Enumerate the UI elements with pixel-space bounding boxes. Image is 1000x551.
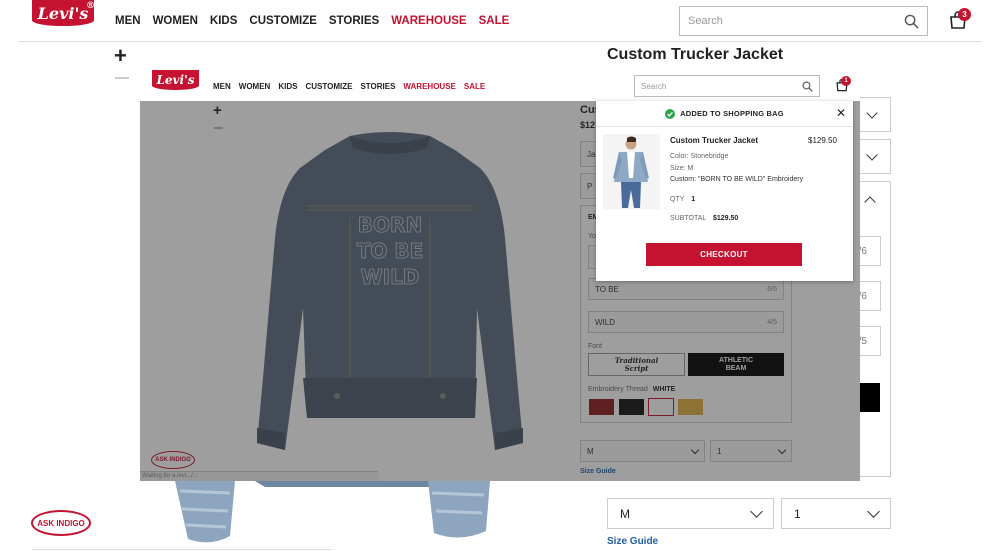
checkout-button[interactable]: CHECKOUT [646,243,802,266]
quantity-select[interactable]: 1 [781,498,891,529]
quantity-select-value: 1 [794,506,801,521]
popup-qty-label: QTY [670,196,685,203]
inner-nav-men[interactable]: MEN [213,82,231,91]
chevron-down-icon [750,504,763,518]
product-thumbnail [603,134,660,209]
ask-indigo-label: ASK INDIGO [37,518,85,528]
inner-nav-kids[interactable]: KIDS [278,82,297,91]
inner-nav-sale[interactable]: SALE [464,82,485,91]
inner-nav-warehouse[interactable]: WAREHOUSE [403,82,455,91]
check-circle-icon [665,108,676,119]
inner-nav-stories[interactable]: STORIES [360,82,395,91]
chevron-down-icon [866,148,878,161]
chevron-up-icon [864,196,876,208]
levis-logo[interactable]: Levi's ® [32,0,95,26]
inner-nav: MEN WOMEN KIDS CUSTOMIZE STORIES WAREHOU… [213,82,485,91]
inner-logo-text: Levi's [156,73,195,87]
nav-sale[interactable]: SALE [479,15,510,27]
logo-reg: ® [86,1,95,11]
nav-kids[interactable]: KIDS [210,15,237,27]
nav-men[interactable]: MEN [115,15,141,27]
popup-header: ADDED TO SHOPPING BAG [596,101,853,127]
bottom-divider [32,549,332,550]
checkout-button-label: CHECKOUT [700,250,748,259]
search-placeholder: Search [688,15,723,27]
popup-header-label: ADDED TO SHOPPING BAG [680,109,784,118]
logo-text: Levi's [37,3,89,23]
popup-qty-value: 1 [691,196,696,203]
search-icon[interactable] [904,14,919,29]
product-title: Custom Trucker Jacket [607,46,784,63]
cart-count-badge: 3 [958,8,971,21]
size-select[interactable]: M [607,498,774,529]
nav-stories[interactable]: STORIES [329,15,379,27]
zoom-in-icon[interactable]: + [114,45,127,67]
popup-item-custom: Custom: "BORN TO BE WILD" Embroidery [670,176,804,183]
jacket-cuffs-image [175,481,490,543]
popup-item-size: Size: M [670,165,694,172]
inner-search-placeholder: Search [641,81,667,91]
inner-levis-logo[interactable]: Levi's [152,70,199,90]
popup-subtotal-value: $129.50 [713,215,739,222]
ask-indigo-button[interactable]: ASK INDIGO [31,510,91,536]
chevron-down-icon [866,106,878,119]
popup-item-name: Custom Trucker Jacket [670,136,759,145]
header-divider [18,41,982,42]
close-icon[interactable]: ✕ [836,107,846,119]
inner-nav-women[interactable]: WOMEN [239,82,271,91]
nav-women[interactable]: WOMEN [153,15,198,27]
nav-warehouse[interactable]: WAREHOUSE [391,15,466,27]
added-to-bag-popup: ADDED TO SHOPPING BAG ✕ Custom Trucker J… [596,101,853,281]
size-guide-link[interactable]: Size Guide [607,536,658,547]
zoom-out-icon[interactable] [115,77,129,79]
main-nav: MEN WOMEN KIDS CUSTOMIZE STORIES WAREHOU… [115,15,509,27]
nav-customize[interactable]: CUSTOMIZE [249,15,317,27]
popup-subtotal-label: SUBTOTAL [670,215,707,222]
inner-shopping-bag-button[interactable]: 1 [835,76,851,94]
chevron-down-icon [867,504,880,518]
inner-search-input[interactable]: Search [634,75,820,97]
popup-subtotal: SUBTOTAL $129.50 [670,215,738,222]
shopping-bag-button[interactable]: 3 [948,8,971,32]
size-select-value: M [620,506,630,521]
inner-nav-customize[interactable]: CUSTOMIZE [305,82,352,91]
popup-qty: QTY 1 [670,196,695,203]
collapse-button[interactable] [864,193,876,211]
search-input[interactable]: Search [679,6,928,36]
popup-item-price: $129.50 [808,136,837,145]
search-icon[interactable] [802,80,813,92]
popup-item-color: Color: Stonebridge [670,153,729,160]
inner-cart-count-badge: 1 [841,76,851,86]
